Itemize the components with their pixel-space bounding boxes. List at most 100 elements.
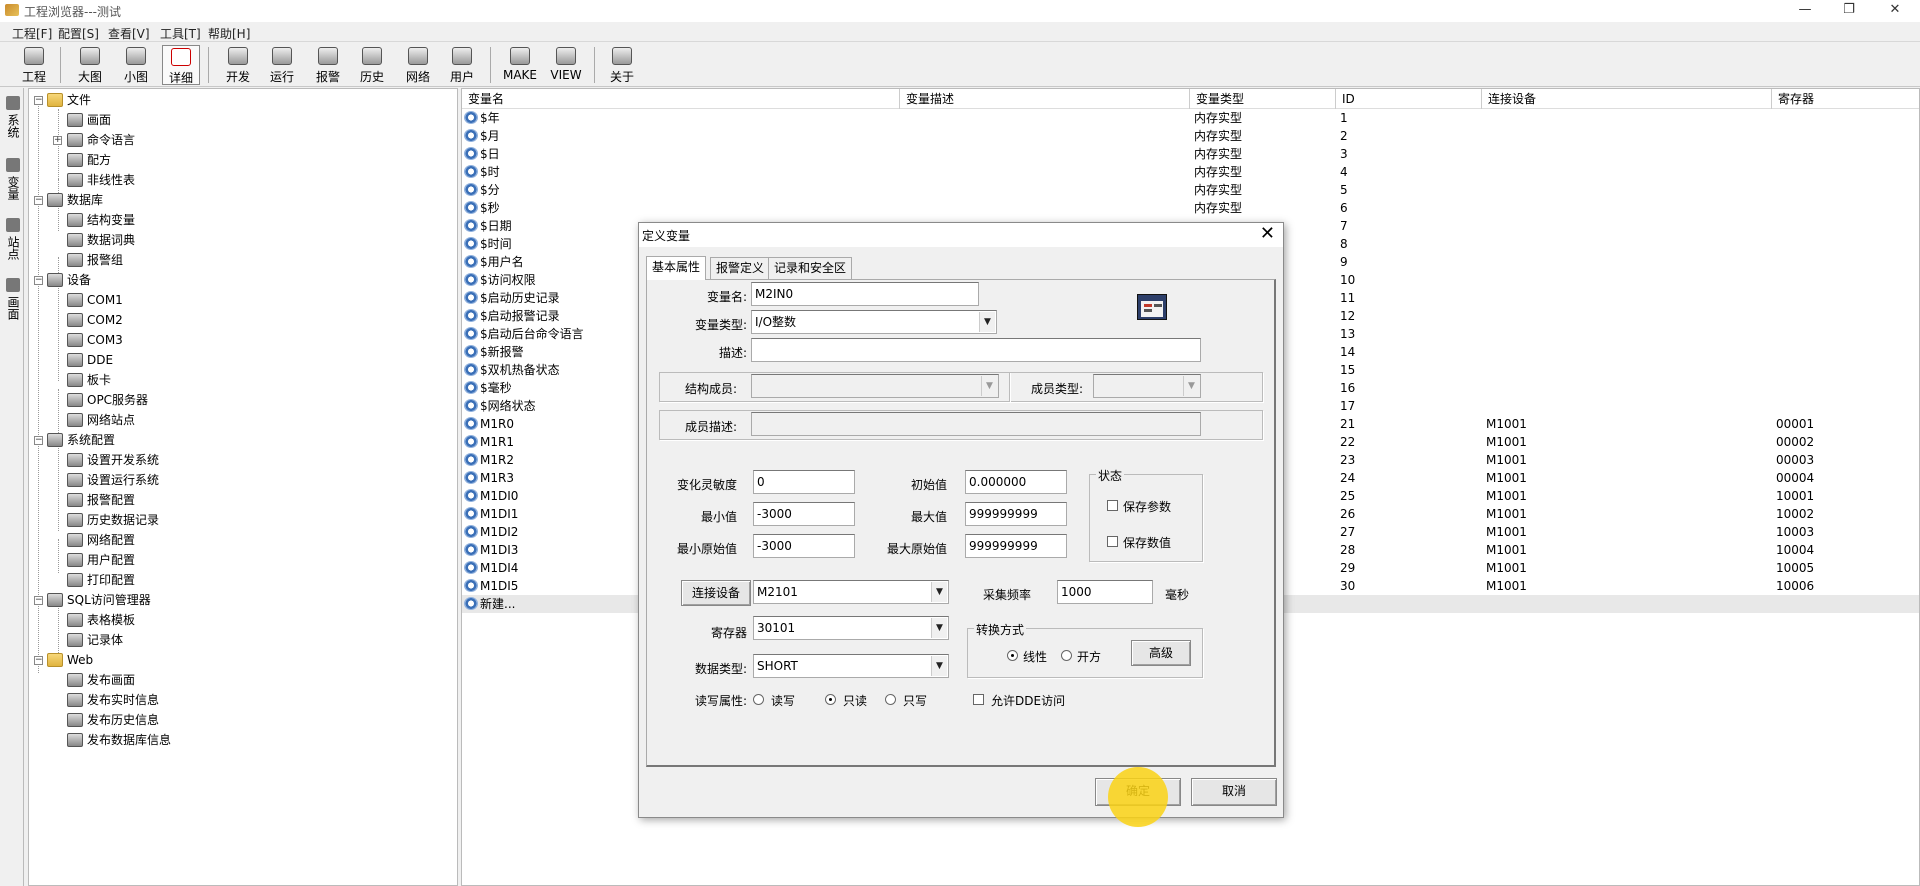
tree-node-print-config[interactable]: 打印配置 — [67, 571, 135, 589]
tree-node-com1[interactable]: COM1 — [67, 291, 123, 309]
write-only-radio[interactable] — [885, 694, 896, 705]
initial-value-input[interactable]: 0.000000 — [965, 470, 1067, 494]
toolbar-network-button[interactable]: 网络 — [400, 45, 436, 85]
menu-tools[interactable]: 工具[T] — [160, 25, 201, 42]
sqrt-radio[interactable] — [1061, 650, 1072, 661]
tree-collapse-toggle[interactable]: − — [34, 596, 43, 605]
minimize-button[interactable]: — — [1782, 0, 1828, 22]
tree-expand-toggle[interactable]: + — [53, 136, 62, 145]
table-row[interactable]: $时 内存实型 4 — [462, 163, 1919, 181]
tree-collapse-toggle[interactable]: − — [34, 656, 43, 665]
tree-node-recipe[interactable]: 配方 — [67, 151, 111, 169]
toolbar-develop-button[interactable]: 开发 — [220, 45, 256, 85]
dropdown-arrow-icon[interactable]: ▼ — [931, 582, 947, 602]
tree-collapse-toggle[interactable]: − — [34, 96, 43, 105]
tree-node-web[interactable]: Web — [47, 651, 93, 669]
save-value-checkbox[interactable] — [1107, 536, 1118, 547]
tree-node-record-body[interactable]: 记录体 — [67, 631, 123, 649]
toolbar-detail-button[interactable]: 详细 — [162, 45, 200, 85]
tree-node-alarm-group[interactable]: 报警组 — [67, 251, 123, 269]
description-input[interactable] — [751, 338, 1201, 362]
tree-node-nonlinear-table[interactable]: 非线性表 — [67, 171, 135, 189]
table-row[interactable]: $秒 内存实型 6 — [462, 199, 1919, 217]
col-header-description[interactable]: 变量描述 — [900, 89, 1190, 109]
tree-node-dev-system[interactable]: 设置开发系统 — [67, 451, 159, 469]
table-row[interactable]: $分 内存实型 5 — [462, 181, 1919, 199]
toolbar-history-button[interactable]: 历史 — [354, 45, 390, 85]
tree-node-com3[interactable]: COM3 — [67, 331, 123, 349]
tree-node-system-config[interactable]: 系统配置 — [47, 431, 115, 449]
variable-type-select[interactable]: I/O整数 ▼ — [751, 310, 997, 334]
raw-min-input[interactable]: -3000 — [753, 534, 855, 558]
max-value-input[interactable]: 999999999 — [965, 502, 1067, 526]
toolbar-small-icons-button[interactable]: 小图 — [118, 45, 154, 85]
tree-node-file[interactable]: 文件 — [47, 91, 91, 109]
allow-dde-checkbox[interactable] — [973, 694, 984, 705]
toolbar-large-icons-button[interactable]: 大图 — [72, 45, 108, 85]
connect-device-button[interactable]: 连接设备 — [681, 580, 751, 606]
toolbar-view-button[interactable]: VIEW — [548, 45, 584, 85]
tree-node-table-template[interactable]: 表格模板 — [67, 611, 135, 629]
col-header-name[interactable]: 变量名 — [462, 89, 900, 109]
raw-max-input[interactable]: 999999999 — [965, 534, 1067, 558]
tree-node-run-system[interactable]: 设置运行系统 — [67, 471, 159, 489]
tree-node-screen[interactable]: 画面 — [67, 111, 111, 129]
tree-node-board[interactable]: 板卡 — [67, 371, 111, 389]
tree-node-publish-screen[interactable]: 发布画面 — [67, 671, 135, 689]
vtab-sites[interactable]: 站点 — [2, 218, 22, 260]
tree-node-network-site[interactable]: 网络站点 — [67, 411, 135, 429]
col-header-type[interactable]: 变量类型 — [1190, 89, 1336, 109]
tree-node-opc-server[interactable]: OPC服务器 — [67, 391, 148, 409]
dropdown-arrow-icon[interactable]: ▼ — [979, 312, 995, 332]
tree-collapse-toggle[interactable]: − — [34, 196, 43, 205]
frequency-input[interactable]: 1000 — [1057, 580, 1153, 604]
tree-node-publish-database[interactable]: 发布数据库信息 — [67, 731, 171, 749]
dropdown-arrow-icon[interactable]: ▼ — [931, 656, 947, 676]
toolbar-project-button[interactable]: 工程 — [16, 45, 52, 85]
table-row[interactable]: $日 内存实型 3 — [462, 145, 1919, 163]
menu-help[interactable]: 帮助[H] — [208, 25, 250, 42]
save-param-checkbox[interactable] — [1107, 500, 1118, 511]
tree-node-com2[interactable]: COM2 — [67, 311, 123, 329]
col-header-register[interactable]: 寄存器 — [1772, 89, 1919, 109]
dialog-close-button[interactable]: ✕ — [1260, 223, 1275, 245]
tree-node-network-config[interactable]: 网络配置 — [67, 531, 135, 549]
maximize-button[interactable]: ❐ — [1826, 0, 1872, 22]
advanced-button[interactable]: 高级 — [1131, 640, 1191, 666]
menu-view[interactable]: 查看[V] — [108, 25, 150, 42]
read-only-radio[interactable] — [825, 694, 836, 705]
col-header-id[interactable]: ID — [1336, 89, 1482, 109]
tree-node-command-language[interactable]: 命令语言 — [67, 131, 135, 149]
tab-alarm[interactable]: 报警定义 — [710, 257, 771, 279]
tree-node-dde[interactable]: DDE — [67, 351, 113, 369]
register-select[interactable]: 30101 ▼ — [753, 616, 949, 640]
menu-config[interactable]: 配置[S] — [58, 25, 99, 42]
toolbar-make-button[interactable]: MAKE — [500, 45, 540, 85]
tree-node-alarm-config[interactable]: 报警配置 — [67, 491, 135, 509]
vtab-variables[interactable]: 变量 — [2, 158, 22, 200]
table-row[interactable]: $年 内存实型 1 — [462, 109, 1919, 127]
toolbar-about-button[interactable]: 关于 — [604, 45, 640, 85]
variable-name-input[interactable]: M2IN0 — [751, 282, 979, 306]
tree-node-device[interactable]: 设备 — [47, 271, 91, 289]
menu-project[interactable]: 工程[F] — [12, 25, 52, 42]
tree-collapse-toggle[interactable]: − — [34, 436, 43, 445]
toolbar-user-button[interactable]: 用户 — [444, 45, 480, 85]
tab-record-security[interactable]: 记录和安全区 — [768, 257, 853, 279]
sensitivity-input[interactable]: 0 — [753, 470, 855, 494]
tree-node-sql-manager[interactable]: SQL访问管理器 — [47, 591, 151, 609]
vtab-screens[interactable]: 画面 — [2, 278, 22, 320]
vtab-system[interactable]: 系统 — [2, 96, 22, 138]
dropdown-arrow-icon[interactable]: ▼ — [931, 618, 947, 638]
col-header-device[interactable]: 连接设备 — [1482, 89, 1772, 109]
device-select[interactable]: M2101 ▼ — [753, 580, 949, 604]
tree-node-history-record[interactable]: 历史数据记录 — [67, 511, 159, 529]
read-write-radio[interactable] — [753, 694, 764, 705]
toolbar-alarm-button[interactable]: 报警 — [310, 45, 346, 85]
min-value-input[interactable]: -3000 — [753, 502, 855, 526]
cancel-button[interactable]: 取消 — [1191, 778, 1277, 806]
table-row[interactable]: $月 内存实型 2 — [462, 127, 1919, 145]
linear-radio[interactable] — [1007, 650, 1018, 661]
tree-node-database[interactable]: 数据库 — [47, 191, 103, 209]
tree-node-user-config[interactable]: 用户配置 — [67, 551, 135, 569]
